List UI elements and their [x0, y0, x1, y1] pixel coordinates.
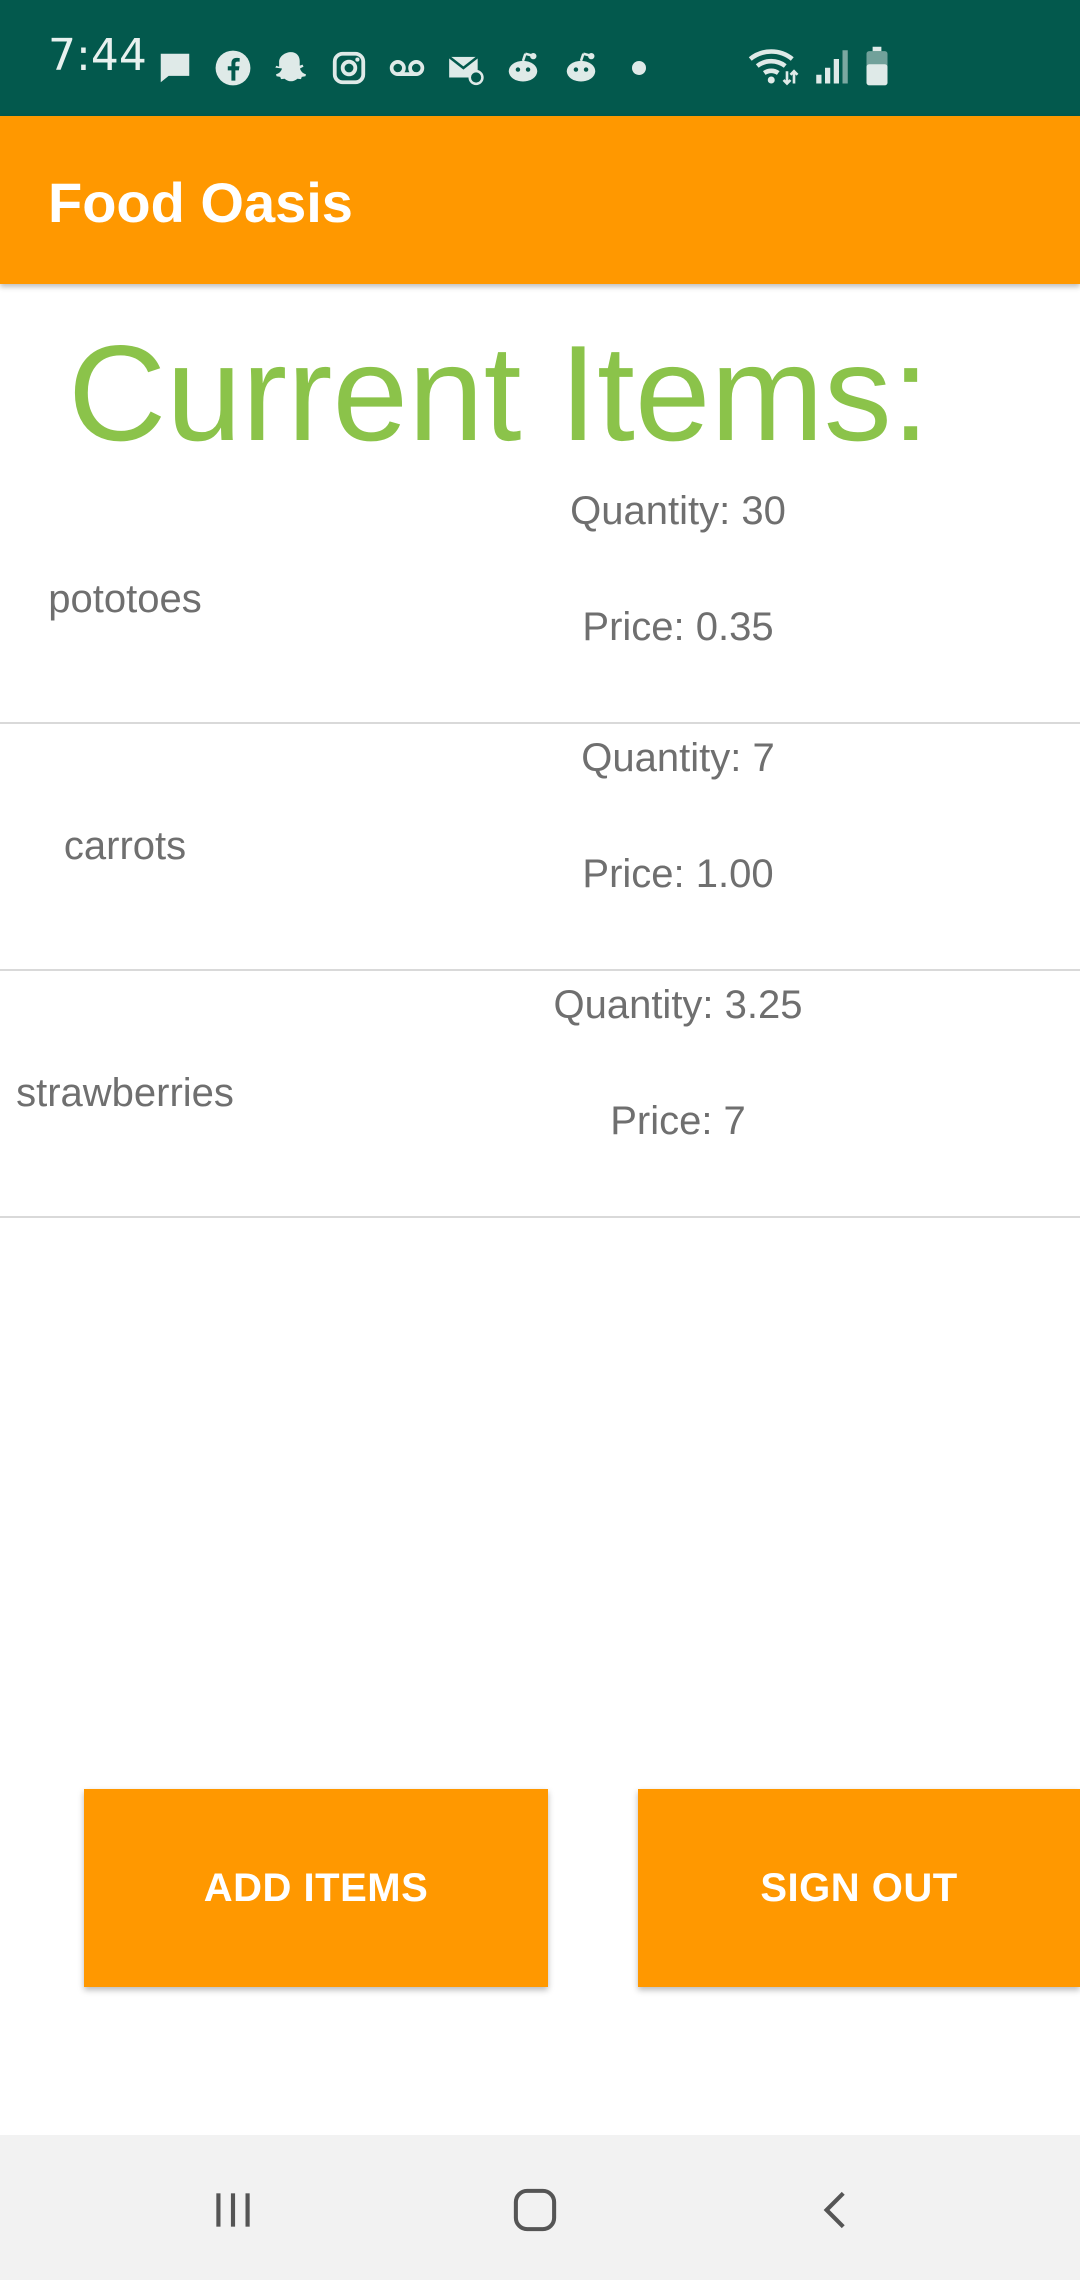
- facebook-icon: [213, 48, 253, 88]
- item-name: pototoes: [48, 577, 202, 621]
- sign-out-button[interactable]: SIGN OUT: [638, 1789, 1080, 1987]
- home-icon[interactable]: [495, 2175, 575, 2245]
- recent-apps-icon[interactable]: [193, 2175, 273, 2245]
- item-price: Price: 7: [610, 1099, 746, 1143]
- app-bar: Food Oasis: [0, 116, 1080, 284]
- item-list: pototoes Quantity: 30 Price: 0.35 carrot…: [0, 477, 1080, 1218]
- item-price: Price: 0.35: [582, 605, 774, 649]
- add-items-button[interactable]: ADD ITEMS: [84, 1789, 548, 1987]
- battery-icon: [864, 45, 890, 92]
- voicemail-icon: [387, 48, 427, 88]
- snapchat-icon: [271, 48, 311, 88]
- item-name: carrots: [63, 824, 187, 868]
- navigation-bar: [0, 2135, 1080, 2280]
- item-quantity: Quantity: 3.25: [553, 983, 803, 1027]
- status-bar: 7:44: [0, 0, 1080, 116]
- item-quantity: Quantity: 30: [570, 489, 786, 533]
- page-heading: Current Items:: [68, 317, 930, 469]
- item-name: strawberries: [16, 1071, 234, 1115]
- item-price: Price: 1.00: [582, 852, 774, 896]
- list-item[interactable]: carrots Quantity: 7 Price: 1.00: [0, 724, 1080, 971]
- wifi-icon: [746, 45, 800, 92]
- status-time: 7:44: [48, 30, 147, 81]
- app-title: Food Oasis: [48, 171, 353, 234]
- list-item[interactable]: strawberries Quantity: 3.25 Price: 7: [0, 971, 1080, 1218]
- system-status-icons: [746, 44, 890, 92]
- list-item[interactable]: pototoes Quantity: 30 Price: 0.35: [0, 477, 1080, 724]
- instagram-icon: [329, 48, 369, 88]
- message-icon: [155, 48, 195, 88]
- reddit-icon: [561, 48, 601, 88]
- dot-icon: [619, 48, 659, 88]
- mail-icon: [445, 48, 485, 88]
- screen: 7:44 Food Oasis Current Items: pototoes …: [0, 0, 1080, 2280]
- signal-icon: [814, 45, 850, 92]
- reddit-icon: [503, 48, 543, 88]
- back-icon[interactable]: [797, 2175, 877, 2245]
- notification-icons: [155, 44, 659, 92]
- item-quantity: Quantity: 7: [581, 736, 775, 780]
